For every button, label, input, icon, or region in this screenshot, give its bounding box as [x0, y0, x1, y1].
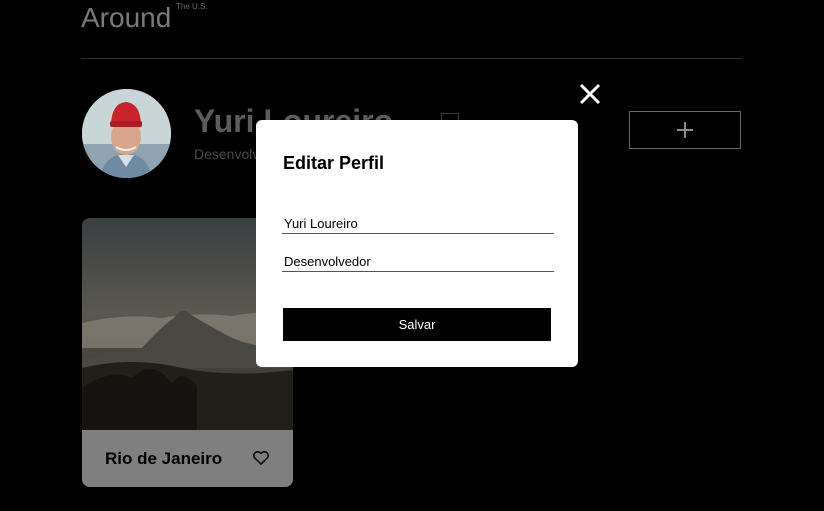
save-button[interactable]: Salvar — [283, 308, 551, 341]
card-title: Rio de Janeiro — [105, 449, 223, 468]
page: Around The U.S. Yuri Loureiro Desenvolve… — [0, 0, 824, 511]
logo: Around — [81, 2, 172, 33]
add-card-button[interactable] — [629, 111, 741, 149]
logo-superscript: The U.S. — [176, 2, 208, 11]
plus-icon — [677, 122, 693, 138]
job-input[interactable] — [282, 252, 554, 272]
avatar-image — [82, 89, 171, 178]
close-icon — [579, 83, 601, 105]
header-divider — [81, 58, 742, 59]
name-input[interactable] — [282, 214, 554, 234]
edit-profile-modal: Editar Perfil Salvar — [256, 120, 578, 367]
card-footer: Rio de Janeiro — [82, 430, 293, 487]
heart-icon — [253, 451, 269, 465]
modal-title: Editar Perfil — [283, 153, 385, 173]
modal-close-button[interactable] — [578, 82, 602, 106]
avatar[interactable] — [82, 89, 171, 178]
like-button[interactable] — [251, 447, 271, 467]
